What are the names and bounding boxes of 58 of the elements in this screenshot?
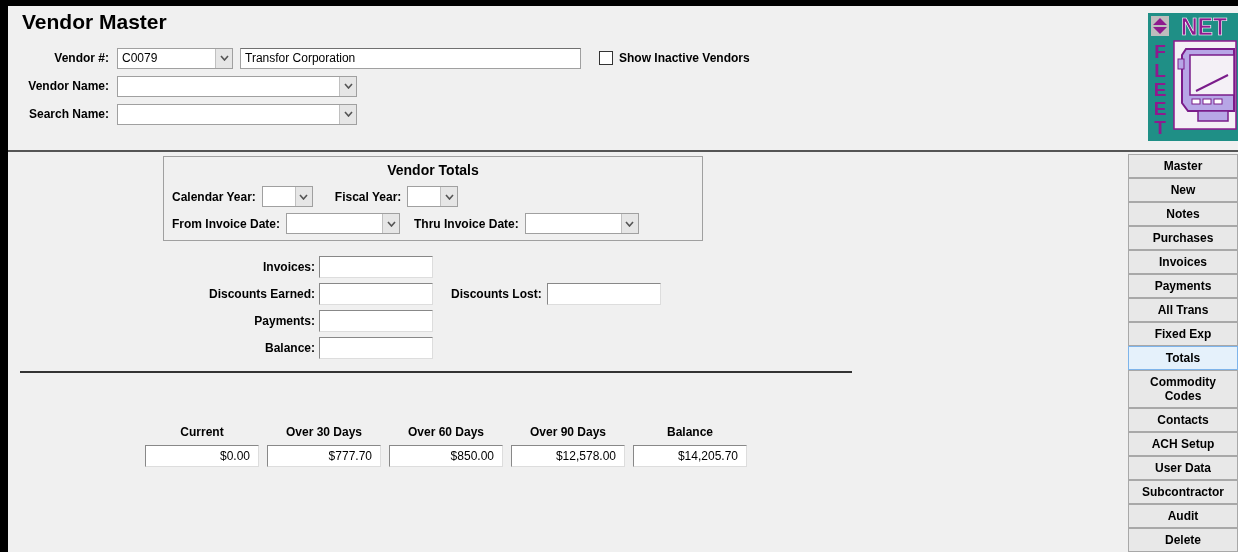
vendor-description-field[interactable]: Transfor Corporation	[240, 47, 581, 69]
field-label: Vendor #:	[53, 50, 110, 67]
nav-button[interactable]: Purchases	[1128, 226, 1238, 250]
nav-button[interactable]: ACH Setup	[1128, 432, 1238, 456]
calendar-year-combobox[interactable]	[261, 186, 313, 207]
discounts-earned-field[interactable]	[319, 282, 433, 305]
nav-button[interactable]: Master	[1128, 154, 1238, 178]
column-heading: Over 60 Days	[407, 424, 485, 441]
nav-button[interactable]: Fixed Exp	[1128, 322, 1238, 346]
nav-button[interactable]: Invoices	[1128, 250, 1238, 274]
from-date-combobox[interactable]	[286, 213, 401, 234]
nav-button[interactable]: All Trans	[1128, 298, 1238, 322]
field-label: Discounts Earned:	[207, 285, 316, 303]
nav-button[interactable]: Audit	[1128, 504, 1238, 528]
nav-button[interactable]: Delete	[1128, 528, 1238, 552]
checkbox-label: Show Inactive Vendors	[619, 50, 750, 67]
invoices-field[interactable]	[319, 255, 433, 278]
balance-field[interactable]	[319, 336, 433, 359]
field-label: Balance:	[263, 339, 316, 357]
field-label: Invoices:	[261, 258, 316, 276]
amount-field[interactable]: $0.00	[145, 445, 259, 467]
logo-text: NET	[1181, 14, 1227, 40]
payments-field[interactable]	[319, 309, 433, 332]
nav-button[interactable]: Contacts	[1128, 408, 1238, 432]
field-label: Vendor Name:	[27, 78, 110, 95]
checkbox[interactable]	[599, 51, 613, 65]
column-heading: Over 30 Days	[285, 424, 363, 441]
window-title: Vendor Master	[22, 10, 168, 34]
field-label: Discounts Lost:	[451, 285, 542, 303]
arrows-icon	[1151, 16, 1169, 36]
field-label: Payments:	[253, 312, 316, 330]
discounts-lost-field[interactable]	[546, 282, 661, 305]
amount-field[interactable]: $12,578.00	[511, 445, 625, 467]
amount-field[interactable]: $777.70	[267, 445, 381, 467]
amount-field[interactable]: $850.00	[389, 445, 503, 467]
nav-button[interactable]: Notes	[1128, 202, 1238, 226]
column-heading: Balance	[667, 424, 713, 441]
nav-button[interactable]: Commodity Codes	[1128, 370, 1238, 408]
logo-text: FLEET	[1153, 41, 1167, 138]
fiscal-year-combobox[interactable]	[407, 186, 459, 207]
field-label: Fiscal Year:	[334, 188, 402, 206]
nav-button[interactable]: Payments	[1128, 274, 1238, 298]
column-heading: Current	[180, 424, 224, 441]
search-name-combobox[interactable]	[117, 103, 357, 125]
amount-field[interactable]: $14,205.70	[633, 445, 747, 467]
nav-button[interactable]: Totals	[1128, 346, 1238, 370]
vendor-name-combobox[interactable]	[117, 75, 357, 97]
nav-button[interactable]: User Data	[1128, 456, 1238, 480]
nav-button[interactable]: Subcontractor	[1128, 480, 1238, 504]
column-heading: Over 90 Days	[529, 424, 607, 441]
field-label: Calendar Year:	[172, 188, 256, 206]
field-label: Search Name:	[27, 106, 110, 123]
nav-button[interactable]: New	[1128, 178, 1238, 202]
panel-title: Vendor Totals	[386, 161, 480, 180]
field-label: From Invoice Date:	[172, 215, 281, 233]
vendor-number-combobox[interactable]: C0079	[117, 47, 233, 69]
thru-date-combobox[interactable]	[524, 213, 639, 234]
field-label: Thru Invoice Date:	[414, 215, 519, 233]
